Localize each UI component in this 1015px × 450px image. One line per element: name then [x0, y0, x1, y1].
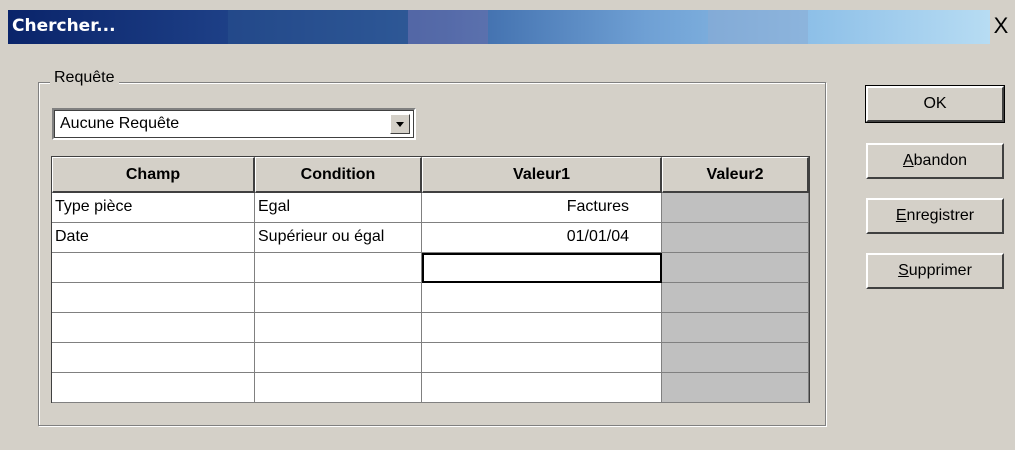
grid-cell-valeur2[interactable]	[662, 283, 809, 313]
grid-cell-valeur2[interactable]	[662, 343, 809, 373]
grid-cell-champ[interactable]	[52, 253, 255, 283]
enregistrer-button-label: nregistrer	[906, 207, 975, 224]
close-button[interactable]: X	[990, 13, 1012, 39]
grid-cell-valeur2[interactable]	[662, 253, 809, 283]
criteria-grid: Champ Condition Valeur1 Valeur2 Type pièce Eg…	[51, 156, 810, 403]
query-group-label: Requête	[50, 69, 119, 87]
chevron-down-icon[interactable]	[390, 114, 410, 134]
grid-cell-valeur2[interactable]	[662, 193, 809, 223]
query-select[interactable]: Aucune Requête	[52, 108, 416, 140]
grid-cell-valeur2[interactable]	[662, 313, 809, 343]
grid-cell-valeur1[interactable]	[422, 313, 662, 343]
grid-cell-condition[interactable]	[255, 313, 422, 343]
grid-cell-valeur2[interactable]	[662, 223, 809, 253]
column-header-champ[interactable]: Champ	[52, 157, 255, 193]
column-header-valeur2[interactable]: Valeur2	[662, 157, 809, 193]
grid-cell-valeur2[interactable]	[662, 373, 809, 403]
grid-cell-valeur1[interactable]	[422, 253, 662, 283]
grid-cell-champ[interactable]: Type pièce	[52, 193, 255, 223]
window-title: Chercher...	[12, 16, 116, 36]
query-select-value: Aucune Requête	[60, 115, 180, 132]
grid-cell-condition[interactable]: Egal	[255, 193, 422, 223]
title-bar[interactable]: Chercher...	[8, 10, 990, 44]
grid-cell-condition[interactable]	[255, 373, 422, 403]
grid-cell-champ[interactable]	[52, 343, 255, 373]
enregistrer-button-mnemonic: E	[895, 207, 907, 224]
supprimer-button[interactable]: Supprimer	[866, 253, 1004, 289]
grid-cell-champ[interactable]	[52, 373, 255, 403]
grid-cell-champ[interactable]	[52, 313, 255, 343]
grid-cell-condition[interactable]	[255, 253, 422, 283]
grid-cell-valeur1[interactable]: 01/01/04	[422, 223, 662, 253]
column-header-condition[interactable]: Condition	[255, 157, 422, 193]
grid-cell-condition[interactable]	[255, 283, 422, 313]
title-bar-band	[708, 10, 808, 44]
enregistrer-button[interactable]: Enregistrer	[866, 198, 1004, 234]
abandon-button-mnemonic: A	[902, 152, 914, 169]
title-bar-band	[228, 10, 408, 44]
grid-cell-champ[interactable]	[52, 283, 255, 313]
abandon-button-label: bandon	[913, 152, 968, 169]
grid-cell-valeur1[interactable]	[422, 373, 662, 403]
supprimer-button-label: upprimer	[908, 262, 972, 279]
grid-cell-valeur1[interactable]	[422, 343, 662, 373]
ok-button-label: OK	[923, 95, 947, 112]
grid-cell-valeur1[interactable]: Factures	[422, 193, 662, 223]
abandon-button[interactable]: Abandon	[866, 143, 1004, 179]
title-bar-band	[408, 10, 488, 44]
supprimer-button-mnemonic: S	[898, 262, 909, 279]
grid-cell-valeur1[interactable]	[422, 283, 662, 313]
grid-cell-condition[interactable]: Supérieur ou égal	[255, 223, 422, 253]
grid-cell-champ[interactable]: Date	[52, 223, 255, 253]
grid-cell-condition[interactable]	[255, 343, 422, 373]
search-dialog: Chercher... X Requête Aucune Requête Cha…	[0, 0, 1015, 450]
ok-button[interactable]: OK	[865, 85, 1005, 123]
column-header-valeur1[interactable]: Valeur1	[422, 157, 662, 193]
